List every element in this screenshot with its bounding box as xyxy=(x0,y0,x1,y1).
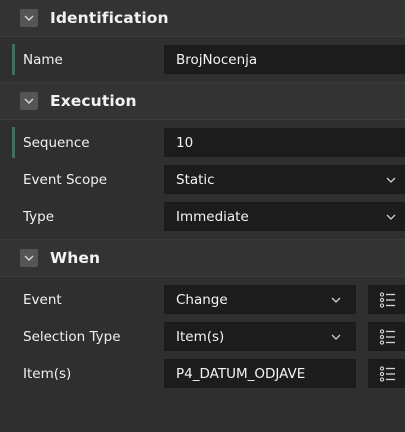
field-label: Item(s) xyxy=(23,365,72,382)
caret-down-icon xyxy=(331,334,341,340)
section-execution: Execution Sequence 10 Event Scope Static… xyxy=(0,82,405,239)
property-row-type: Type Immediate xyxy=(0,198,405,235)
field-label: Event xyxy=(23,291,62,308)
property-row-sequence: Sequence 10 xyxy=(0,124,405,161)
chevron-down-icon[interactable] xyxy=(20,249,38,267)
caret-down-icon xyxy=(386,214,396,220)
property-row-event: Event Change xyxy=(0,281,405,318)
field-value: 10 xyxy=(176,134,194,151)
section-when: When Event Change Selection Type Item(s)… xyxy=(0,239,405,392)
event-select[interactable]: Change xyxy=(164,285,356,314)
section-identification: Identification Name BrojNocenja xyxy=(0,0,405,82)
section-header-when[interactable]: When xyxy=(0,240,405,277)
section-header-execution[interactable]: Execution xyxy=(0,83,405,120)
property-row-name: Name BrojNocenja xyxy=(0,41,405,78)
field-label: Name xyxy=(23,51,63,68)
field-value: BrojNocenja xyxy=(176,51,258,68)
list-icon xyxy=(379,328,395,345)
field-label: Event Scope xyxy=(23,171,108,188)
section-header-identification[interactable]: Identification xyxy=(0,0,405,37)
field-label: Sequence xyxy=(23,134,90,151)
caret-down-icon xyxy=(331,297,341,303)
field-label: Type xyxy=(23,208,55,225)
property-row-event-scope: Event Scope Static xyxy=(0,161,405,198)
list-icon xyxy=(379,365,395,382)
type-select[interactable]: Immediate xyxy=(164,202,405,231)
field-value: P4_DATUM_ODJAVE xyxy=(176,365,306,382)
field-label: Selection Type xyxy=(23,328,121,345)
field-value: Immediate xyxy=(176,208,249,225)
caret-down-icon xyxy=(386,177,396,183)
selection-type-select[interactable]: Item(s) xyxy=(164,322,356,351)
field-value: Static xyxy=(176,171,215,188)
list-icon xyxy=(379,291,395,308)
section-title: Execution xyxy=(50,92,137,110)
items-field[interactable]: P4_DATUM_ODJAVE xyxy=(164,359,356,388)
field-value: Change xyxy=(176,291,228,308)
sequence-field[interactable]: 10 xyxy=(164,128,405,157)
section-title: When xyxy=(50,249,101,267)
property-row-selection-type: Selection Type Item(s) xyxy=(0,318,405,355)
property-row-items: Item(s) P4_DATUM_ODJAVE xyxy=(0,355,405,392)
event-scope-select[interactable]: Static xyxy=(164,165,405,194)
section-title: Identification xyxy=(50,9,169,27)
items-list-button[interactable] xyxy=(368,359,405,388)
chevron-down-icon[interactable] xyxy=(20,9,38,27)
name-field[interactable]: BrojNocenja xyxy=(164,45,405,74)
event-list-button[interactable] xyxy=(368,285,405,314)
chevron-down-icon[interactable] xyxy=(20,92,38,110)
property-editor: Identification Name BrojNocenja Executio… xyxy=(0,0,405,432)
field-value: Item(s) xyxy=(176,328,225,345)
selection-type-list-button[interactable] xyxy=(368,322,405,351)
